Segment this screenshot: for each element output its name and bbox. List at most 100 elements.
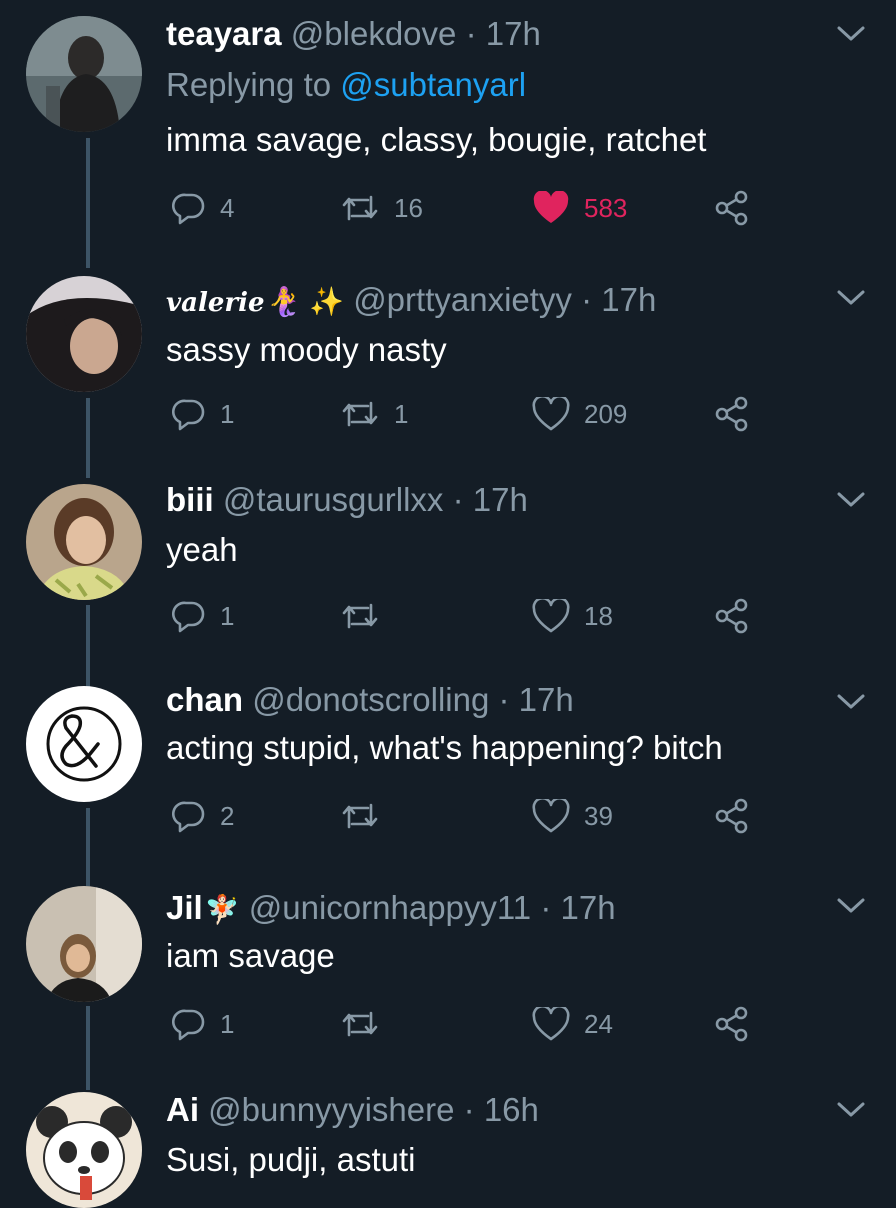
share-button[interactable] [714, 394, 750, 434]
share-button[interactable] [714, 188, 750, 228]
avatar[interactable] [26, 276, 142, 392]
avatar-photo-icon [26, 276, 142, 392]
username[interactable]: @donotscrolling [252, 681, 489, 718]
retweet-button[interactable] [340, 1004, 394, 1044]
avatar[interactable] [26, 886, 142, 1002]
reply-count: 2 [220, 800, 235, 831]
share-button[interactable] [714, 1004, 750, 1044]
tweet-header: teayara @blekdove · 17h [166, 14, 836, 54]
avatar[interactable] [26, 686, 142, 802]
replying-to: Replying to @subtanyarl [166, 66, 526, 104]
tweet-actions: 1 1 209 [166, 394, 786, 434]
username[interactable]: @bunnyyyishere [208, 1091, 454, 1128]
share-button[interactable] [714, 796, 750, 836]
tweet[interactable]: Ai @bunnyyyishere · 16h Susi, pudji, ast… [0, 1080, 896, 1208]
chevron-down-icon[interactable] [836, 288, 866, 308]
display-name[interactable]: valerie [166, 288, 265, 318]
mention-link[interactable]: @subtanyarl [340, 66, 526, 103]
timestamp[interactable]: 17h [486, 15, 541, 52]
retweet-icon [342, 803, 378, 829]
tweet-text: acting stupid, what's happening? bitch [166, 729, 723, 766]
reply-count: 1 [220, 1008, 235, 1039]
replying-prefix: Replying to [166, 66, 341, 103]
display-name[interactable]: biii [166, 481, 214, 518]
tweet-actions: 2 39 [166, 796, 786, 836]
separator-dot: · [581, 281, 593, 318]
retweet-icon [342, 603, 378, 629]
avatar[interactable] [26, 484, 142, 600]
timestamp[interactable]: 17h [561, 889, 616, 926]
tweet[interactable]: Jil🧚🏻 @unicornhappyy11 · 17h iam savage … [0, 874, 896, 1074]
chevron-down-icon[interactable] [836, 24, 866, 44]
username[interactable]: @blekdove [291, 15, 457, 52]
heart-icon [532, 599, 570, 633]
tweet-header: valerie🧜‍♀️ ✨ @prttyanxietyy · 17h [166, 280, 836, 323]
avatar-photo-icon [26, 484, 142, 600]
timestamp[interactable]: 17h [473, 481, 528, 518]
avatar[interactable] [26, 1092, 142, 1208]
separator-dot: · [498, 681, 510, 718]
display-name[interactable]: Jil [166, 889, 203, 926]
name-emoji: 🧚🏻 [204, 894, 240, 925]
username[interactable]: @taurusgurllxx [223, 481, 444, 518]
separator-dot: · [452, 481, 464, 518]
like-count: 18 [584, 600, 613, 631]
tweet[interactable]: biii @taurusgurllxx · 17h yeah 1 18 [0, 470, 896, 670]
reply-button[interactable]: 1 [172, 394, 234, 434]
retweet-button[interactable]: 1 [340, 394, 408, 434]
heart-icon [532, 397, 570, 431]
tweet-header: Ai @bunnyyyishere · 16h [166, 1090, 836, 1130]
like-button[interactable]: 24 [532, 1004, 613, 1044]
reply-button[interactable]: 4 [172, 188, 234, 228]
like-button[interactable]: 583 [532, 188, 627, 228]
reply-count: 1 [220, 600, 235, 631]
chevron-down-icon[interactable] [836, 1100, 866, 1120]
retweet-button[interactable]: 16 [340, 188, 423, 228]
timestamp[interactable]: 16h [484, 1091, 539, 1128]
display-name[interactable]: chan [166, 681, 243, 718]
retweet-icon [342, 1011, 378, 1037]
tweet-text: yeah [166, 531, 238, 568]
tweet[interactable]: valerie🧜‍♀️ ✨ @prttyanxietyy · 17h sassy… [0, 262, 896, 462]
reply-icon [172, 801, 205, 833]
retweet-count: 16 [394, 192, 423, 223]
reply-button[interactable]: 1 [172, 1004, 234, 1044]
heart-icon [533, 191, 569, 223]
timestamp[interactable]: 17h [601, 281, 656, 318]
like-count: 209 [584, 398, 628, 429]
like-count: 24 [584, 1008, 613, 1039]
chevron-down-icon[interactable] [836, 490, 866, 510]
share-icon [715, 598, 748, 634]
tweet[interactable]: chan @donotscrolling · 17h acting stupid… [0, 672, 896, 872]
display-name[interactable]: teayara [166, 15, 282, 52]
separator-dot: · [540, 889, 552, 926]
retweet-button[interactable] [340, 596, 394, 636]
tweet-header: chan @donotscrolling · 17h [166, 680, 836, 720]
reply-button[interactable]: 1 [172, 596, 234, 636]
display-name[interactable]: Ai [166, 1091, 199, 1128]
tweet-actions: 1 24 [166, 1004, 786, 1044]
chevron-down-icon[interactable] [836, 896, 866, 916]
like-button[interactable]: 39 [532, 796, 613, 836]
timestamp[interactable]: 17h [519, 681, 574, 718]
name-emoji: 🧜‍♀️ ✨ [266, 286, 345, 317]
like-button[interactable]: 209 [532, 394, 627, 434]
username[interactable]: @unicornhappyy11 [249, 889, 531, 926]
reply-count: 4 [220, 192, 235, 223]
share-button[interactable] [714, 596, 750, 636]
reply-icon [172, 601, 205, 633]
avatar-ampersand-logo [26, 686, 142, 802]
retweet-count: 1 [394, 398, 409, 429]
chevron-down-icon[interactable] [836, 692, 866, 712]
share-icon [715, 190, 748, 226]
like-button[interactable]: 18 [532, 596, 613, 636]
tweet[interactable]: teayara @blekdove · 17h Replying to @sub… [0, 0, 896, 250]
avatar[interactable] [26, 16, 142, 132]
like-count: 39 [584, 800, 613, 831]
tweet-actions: 4 16 583 [166, 188, 786, 228]
retweet-button[interactable] [340, 796, 394, 836]
retweet-icon [342, 195, 378, 221]
username[interactable]: @prttyanxietyy [353, 281, 572, 318]
tweet-header: biii @taurusgurllxx · 17h [166, 480, 836, 520]
reply-button[interactable]: 2 [172, 796, 234, 836]
